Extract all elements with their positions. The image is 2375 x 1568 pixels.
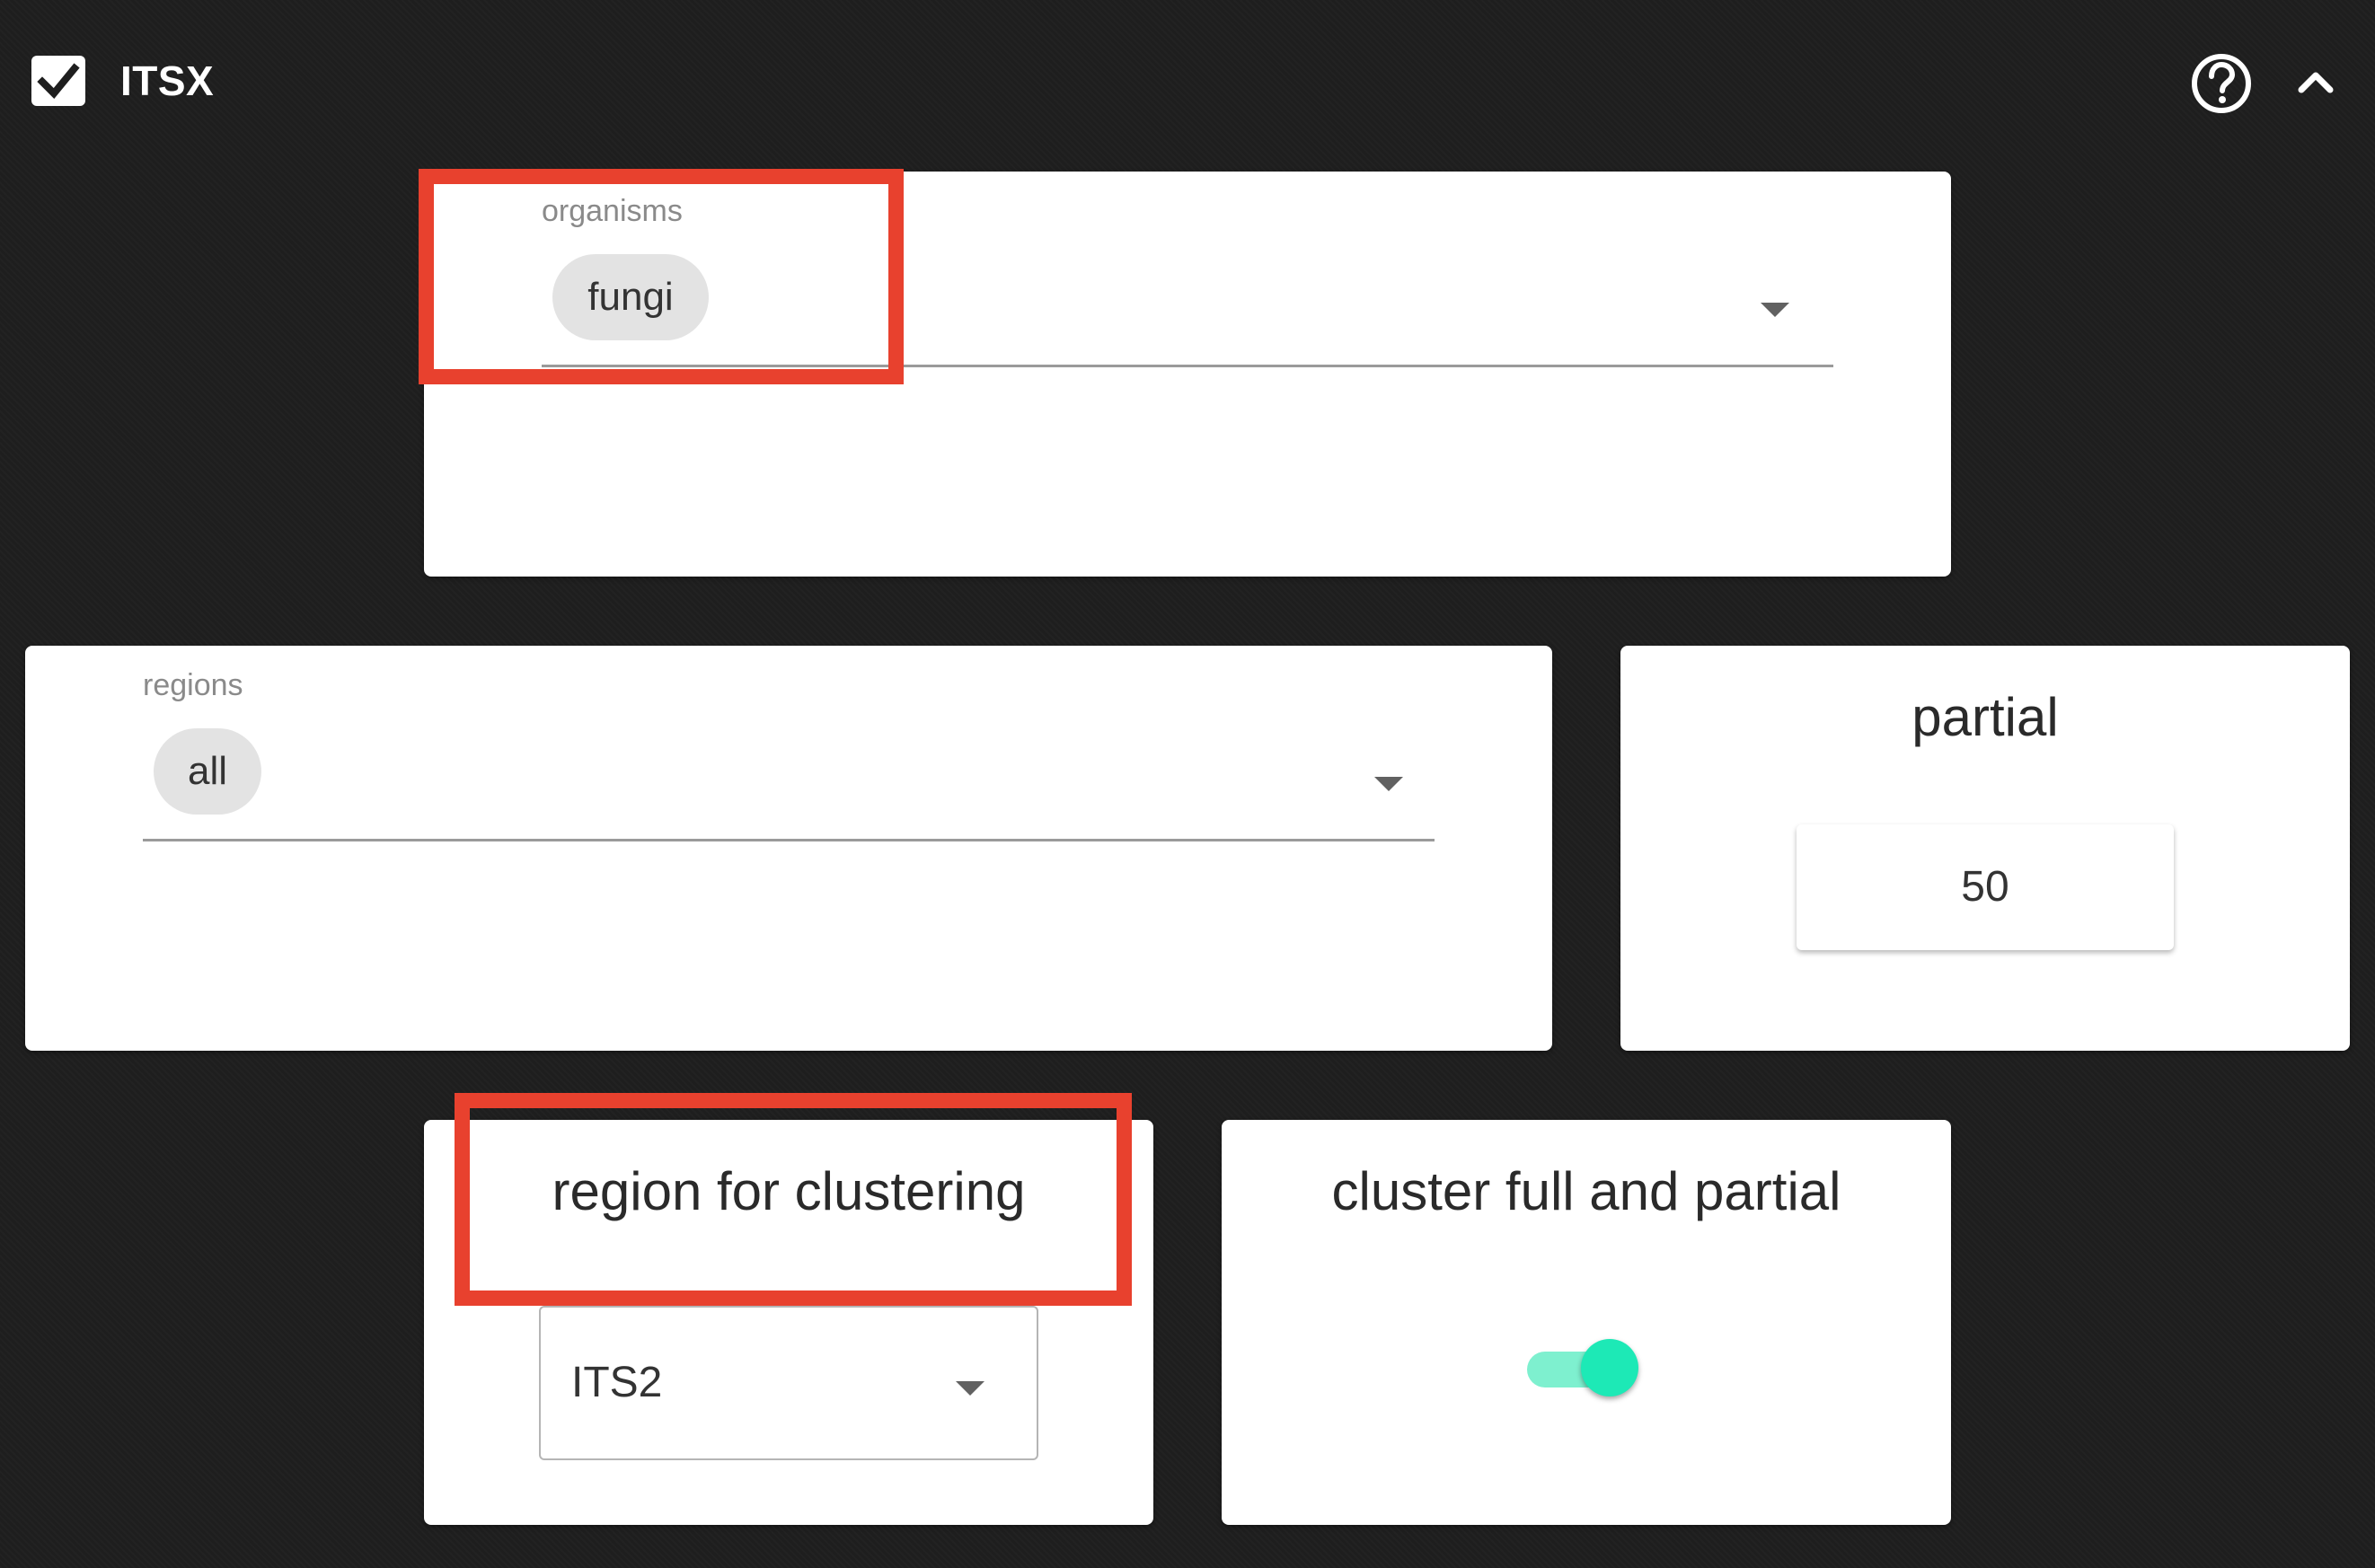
chevron-down-icon [1374, 777, 1403, 791]
enable-checkbox[interactable] [31, 56, 85, 106]
partial-title: partial [1911, 687, 2059, 747]
regions-card: regions all [25, 646, 1552, 1051]
section-title: ITSX [120, 57, 215, 104]
toggle-knob [1581, 1339, 1638, 1396]
chevron-down-icon [956, 1381, 984, 1396]
cluster-full-and-partial-title: cluster full and partial [1331, 1161, 1841, 1221]
help-circle-icon[interactable] [2189, 51, 2254, 116]
regions-select[interactable]: all [143, 709, 1435, 841]
cluster-full-and-partial-card: cluster full and partial [1222, 1120, 1951, 1525]
checkmark-icon [37, 63, 80, 99]
highlight-box-region-for-clustering [455, 1093, 1132, 1306]
regions-underline [143, 839, 1435, 841]
partial-input[interactable]: 50 [1797, 824, 2174, 950]
region-for-clustering-select[interactable]: ITS2 [539, 1306, 1038, 1460]
partial-card: partial 50 [1620, 646, 2350, 1051]
region-chip[interactable]: all [154, 728, 261, 815]
region-for-clustering-value: ITS2 [571, 1359, 663, 1406]
regions-label: regions [143, 668, 243, 702]
cluster-full-and-partial-toggle[interactable] [1527, 1339, 1638, 1400]
chevron-down-icon [1761, 303, 1789, 317]
chevron-up-icon[interactable] [2294, 59, 2337, 102]
highlight-box-organisms [419, 169, 904, 384]
